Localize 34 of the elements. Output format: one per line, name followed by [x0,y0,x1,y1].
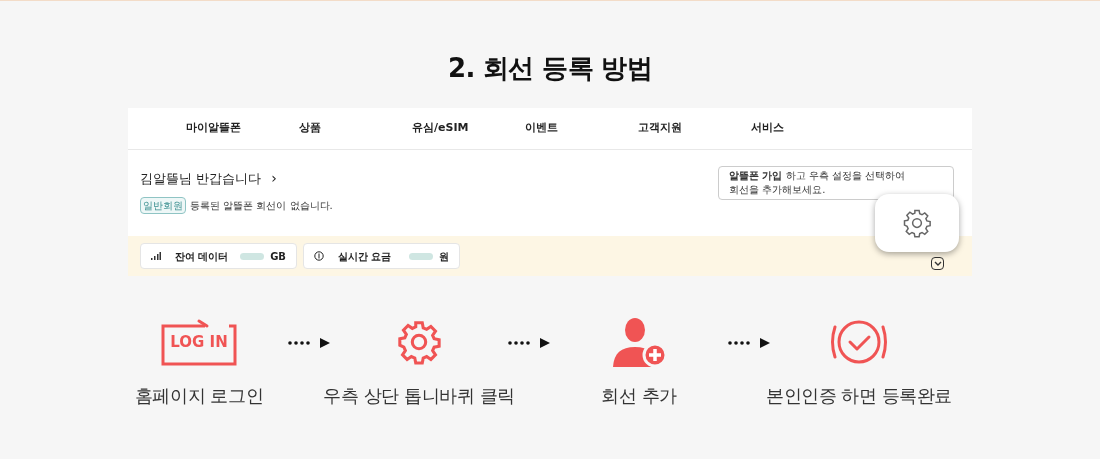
no-line-message: 등록된 알뜰폰 회선이 없습니다. [190,199,333,213]
greeting: 김알뜰님 반갑습니다 [140,169,262,188]
summary-card[interactable]: 잔여 데이터 GB [140,243,297,269]
arrow-icon [508,338,550,348]
user-add-icon [611,317,667,367]
nav-item[interactable]: 상품 [299,120,412,137]
nav-item[interactable]: 서비스 [751,120,864,137]
member-badge: 일반회원 [140,197,186,214]
step-label: 우측 상단 톱니바퀴 클릭 [323,384,515,408]
chevron[interactable]: › [271,168,277,189]
nav-item[interactable]: 마이알뜰폰 [186,120,299,137]
arrow-icon [728,338,770,348]
step-label: 본인인증 하면 등록완료 [766,384,953,408]
card-label: 실시간 요금 [338,249,392,264]
card-label: 잔여 데이터 [175,249,229,264]
nav-item[interactable]: 이벤트 [525,120,638,137]
blurred-value [240,252,265,260]
coin-icon [314,251,324,261]
step-label: 홈페이지 로그인 [134,384,264,408]
zoomed-settings-button[interactable] [875,194,959,252]
settings-icon [902,208,932,238]
nav-item[interactable]: 고객지원 [638,120,751,137]
card-unit: GB [270,249,286,264]
login-label: LOG IN [170,334,228,350]
summary-card[interactable]: 실시간 요금 원 [303,243,460,269]
card-unit: 원 [439,249,449,264]
blurred-value [409,252,433,260]
section-title: 2. 회선 등록 방법 [448,52,652,85]
arrow-icon [288,338,330,348]
nav-item[interactable]: 유심/eSIM [412,120,525,137]
signal-icon [151,252,161,260]
step-label: 회선 추가 [601,384,677,408]
expand-icon[interactable] [931,257,944,270]
gear-icon [396,319,442,365]
